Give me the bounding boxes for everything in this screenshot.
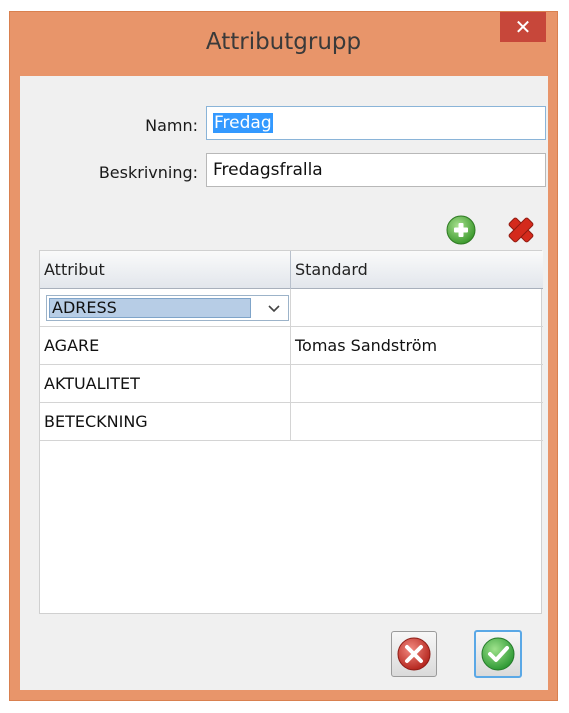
attribute-combobox-value: ADRESS [49,298,251,318]
close-button[interactable]: ✕ [500,12,546,42]
grid-header: Attribut Standard [40,251,543,289]
plus-circle-icon [446,215,476,245]
attribute-cell[interactable]: ADRESS [40,289,290,326]
red-x-icon [508,217,534,243]
table-row[interactable]: BETECKNING [40,403,543,441]
name-label: Namn: [145,116,198,135]
chevron-down-icon[interactable] [266,300,282,316]
standard-cell[interactable] [290,289,543,326]
dialog-body: Namn: Fredag Beskrivning: Fredagsfralla [20,76,548,690]
attribute-grid[interactable]: Attribut Standard ADRESS AGARE Tomas San… [39,250,543,614]
add-row-button[interactable] [444,213,478,247]
title-bar[interactable]: Attributgrupp ✕ [10,12,557,75]
standard-cell[interactable]: Tomas Sandström [290,327,543,364]
table-row[interactable]: AGARE Tomas Sandström [40,327,543,365]
column-header-attribut[interactable]: Attribut [40,251,290,289]
attribute-cell[interactable]: BETECKNING [40,403,290,440]
dialog-window: Attributgrupp ✕ Namn: Fredag Beskrivning… [9,11,558,701]
window-title: Attributgrupp [205,29,362,55]
standard-cell[interactable] [290,403,543,440]
delete-row-button[interactable] [504,213,538,247]
attribute-cell[interactable]: AGARE [40,327,290,364]
cancel-button[interactable] [391,631,437,677]
name-input[interactable]: Fredag [206,106,546,140]
column-header-standard[interactable]: Standard [290,251,543,289]
standard-cell[interactable] [290,365,543,402]
close-icon: ✕ [514,15,532,39]
table-row[interactable]: ADRESS [40,289,543,327]
description-input[interactable]: Fredagsfralla [206,153,546,187]
table-row[interactable]: AKTUALITET [40,365,543,403]
ok-check-icon [481,637,515,671]
description-label: Beskrivning: [98,163,198,182]
name-value: Fredag [213,113,273,133]
attribute-combobox[interactable]: ADRESS [46,295,289,321]
cancel-circle-icon [397,637,431,671]
attribute-cell[interactable]: AKTUALITET [40,365,290,402]
description-value: Fredagsfralla [213,160,323,180]
ok-button[interactable] [474,630,522,678]
